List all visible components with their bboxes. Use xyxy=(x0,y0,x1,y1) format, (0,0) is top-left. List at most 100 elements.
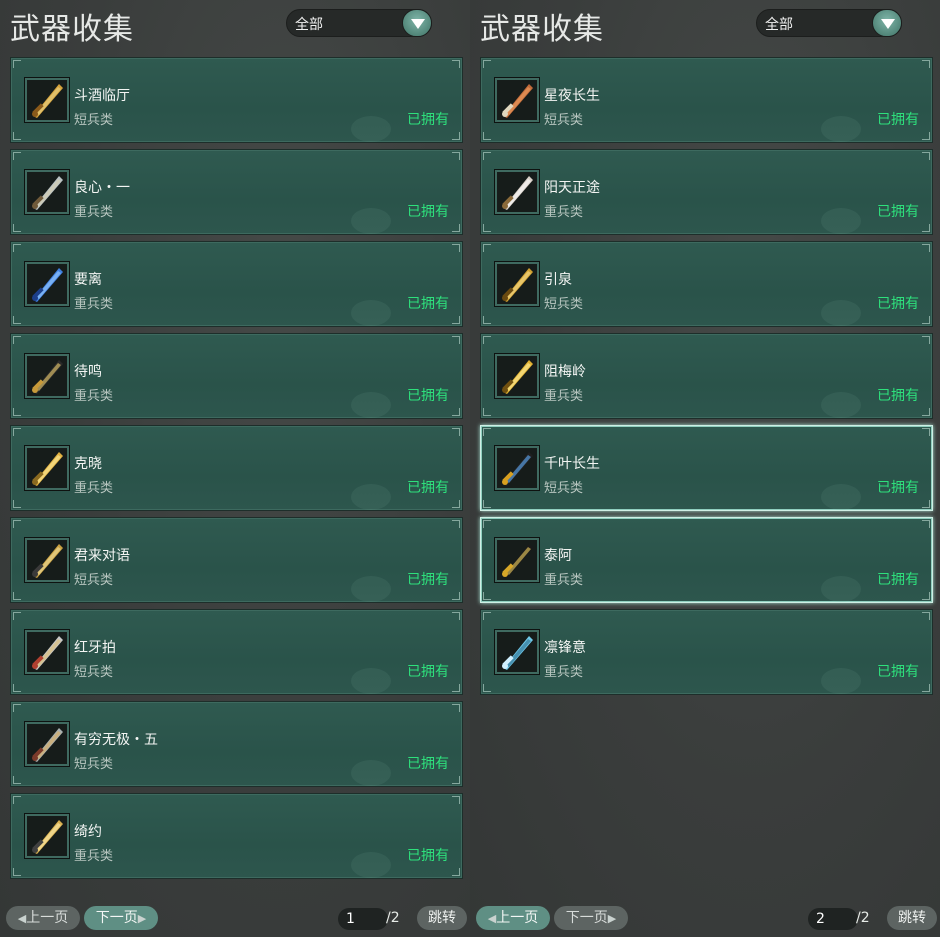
weapon-card[interactable]: 千叶长生 短兵类 已拥有 xyxy=(480,425,933,511)
prev-page-label: 上一页 xyxy=(26,910,69,926)
next-page-button[interactable]: 下一页▶ xyxy=(84,906,158,930)
weapon-name: 斗酒临厅 xyxy=(74,88,130,104)
card-corner-ornament xyxy=(483,244,491,252)
weapon-name: 要离 xyxy=(74,272,102,288)
chevron-right-icon: ▶ xyxy=(607,912,617,925)
weapon-type: 重兵类 xyxy=(544,573,584,588)
weapon-name: 星夜长生 xyxy=(544,88,600,104)
page-total: /2 xyxy=(856,910,870,926)
weapon-name: 红牙拍 xyxy=(74,640,116,656)
card-corner-ornament xyxy=(13,520,21,528)
prev-page-button[interactable]: ◀上一页 xyxy=(476,906,550,930)
prev-page-button[interactable]: ◀上一页 xyxy=(6,906,80,930)
weapon-card[interactable]: 要离 重兵类 已拥有 xyxy=(10,241,463,327)
chevron-down-icon[interactable] xyxy=(872,9,902,37)
blue-crystal-blade-icon xyxy=(25,262,69,306)
chevron-left-icon: ◀ xyxy=(487,912,497,925)
card-corner-ornament xyxy=(922,244,930,252)
weapon-type: 短兵类 xyxy=(74,113,114,128)
card-corner-ornament xyxy=(452,592,460,600)
panel-title: 武器收集 xyxy=(10,12,134,47)
cloud-pattern-decoration xyxy=(821,392,861,418)
jump-button[interactable]: 跳转 xyxy=(887,906,937,930)
weapon-card[interactable]: 斗酒临厅 短兵类 已拥有 xyxy=(10,57,463,143)
weapon-collection-panel-left: 武器收集 全部 斗酒临厅 短兵类 已拥有 良心・一 重兵类 已拥有 要离 重兵类… xyxy=(0,0,470,937)
card-corner-ornament xyxy=(483,336,491,344)
filter-selected-value: 全部 xyxy=(765,17,793,33)
weapon-type: 重兵类 xyxy=(74,389,114,404)
weapon-list: 星夜长生 短兵类 已拥有 阳天正途 重兵类 已拥有 引泉 短兵类 已拥有 阻梅岭… xyxy=(480,57,933,701)
slim-gold-sword-icon xyxy=(25,538,69,582)
category-filter-dropdown[interactable]: 全部 xyxy=(756,9,902,37)
chevron-down-icon[interactable] xyxy=(402,9,432,37)
cloud-pattern-decoration xyxy=(821,576,861,602)
weapon-type: 短兵类 xyxy=(544,481,584,496)
card-corner-ornament xyxy=(13,336,21,344)
cloud-pattern-decoration xyxy=(351,484,391,510)
card-corner-ornament xyxy=(13,612,21,620)
card-corner-ornament xyxy=(483,428,491,436)
weapon-name: 引泉 xyxy=(544,272,572,288)
owned-status: 已拥有 xyxy=(407,664,449,680)
weapon-card[interactable]: 待鸣 重兵类 已拥有 xyxy=(10,333,463,419)
starry-dagger-icon xyxy=(495,78,539,122)
weapon-card[interactable]: 阳天正途 重兵类 已拥有 xyxy=(480,149,933,235)
weapon-name: 千叶长生 xyxy=(544,456,600,472)
jump-button[interactable]: 跳转 xyxy=(417,906,467,930)
weapon-card[interactable]: 星夜长生 短兵类 已拥有 xyxy=(480,57,933,143)
weapon-card[interactable]: 有穷无极・五 短兵类 已拥有 xyxy=(10,701,463,787)
cloud-pattern-decoration xyxy=(351,300,391,326)
next-page-label: 下一页 xyxy=(95,910,138,926)
next-page-button[interactable]: 下一页▶ xyxy=(554,906,628,930)
card-corner-ornament xyxy=(13,684,21,692)
weapon-type: 重兵类 xyxy=(74,205,114,220)
owned-status: 已拥有 xyxy=(877,480,919,496)
card-corner-ornament xyxy=(452,132,460,140)
category-filter-dropdown[interactable]: 全部 xyxy=(286,9,432,37)
weapon-name: 阻梅岭 xyxy=(544,364,586,380)
chevron-right-icon: ▶ xyxy=(137,912,147,925)
weapon-card[interactable]: 引泉 短兵类 已拥有 xyxy=(480,241,933,327)
cloud-pattern-decoration xyxy=(821,668,861,694)
card-corner-ornament xyxy=(483,132,491,140)
panel-title: 武器收集 xyxy=(480,12,604,47)
weapon-card[interactable]: 绮约 重兵类 已拥有 xyxy=(10,793,463,879)
prev-page-label: 上一页 xyxy=(496,910,539,926)
cloud-pattern-decoration xyxy=(351,576,391,602)
card-corner-ornament xyxy=(922,224,930,232)
page-number-input[interactable]: 2 xyxy=(808,908,858,930)
page-total: /2 xyxy=(386,910,400,926)
card-corner-ornament xyxy=(483,152,491,160)
weapon-collection-panel-right: 武器收集 全部 星夜长生 短兵类 已拥有 阳天正途 重兵类 已拥有 引泉 短兵类… xyxy=(470,0,940,937)
card-corner-ornament xyxy=(483,500,491,508)
weapon-type: 重兵类 xyxy=(74,849,114,864)
weapon-card[interactable]: 阻梅岭 重兵类 已拥有 xyxy=(480,333,933,419)
black-gold-blade-icon xyxy=(495,538,539,582)
weapon-card[interactable]: 良心・一 重兵类 已拥有 xyxy=(10,149,463,235)
owned-status: 已拥有 xyxy=(877,572,919,588)
card-corner-ornament xyxy=(452,244,460,252)
weapon-card[interactable]: 凛锋意 重兵类 已拥有 xyxy=(480,609,933,695)
cloud-pattern-decoration xyxy=(821,300,861,326)
cloud-pattern-decoration xyxy=(351,208,391,234)
weapon-name: 阳天正途 xyxy=(544,180,600,196)
card-corner-ornament xyxy=(13,500,21,508)
weapon-type: 短兵类 xyxy=(74,573,114,588)
owned-status: 已拥有 xyxy=(877,112,919,128)
owned-status: 已拥有 xyxy=(407,296,449,312)
weapon-card[interactable]: 君来对语 短兵类 已拥有 xyxy=(10,517,463,603)
weapon-card[interactable]: 泰阿 重兵类 已拥有 xyxy=(480,517,933,603)
card-corner-ornament xyxy=(452,408,460,416)
page-number-input[interactable]: 1 xyxy=(338,908,388,930)
card-corner-ornament xyxy=(922,592,930,600)
weapon-type: 短兵类 xyxy=(544,113,584,128)
weapon-card[interactable]: 红牙拍 短兵类 已拥有 xyxy=(10,609,463,695)
cloud-pattern-decoration xyxy=(351,392,391,418)
weapon-name: 绮约 xyxy=(74,824,102,840)
cloud-pattern-decoration xyxy=(351,116,391,142)
card-corner-ornament xyxy=(483,60,491,68)
weapon-name: 克晓 xyxy=(74,456,102,472)
weapon-card[interactable]: 克晓 重兵类 已拥有 xyxy=(10,425,463,511)
card-corner-ornament xyxy=(13,796,21,804)
owned-status: 已拥有 xyxy=(877,296,919,312)
